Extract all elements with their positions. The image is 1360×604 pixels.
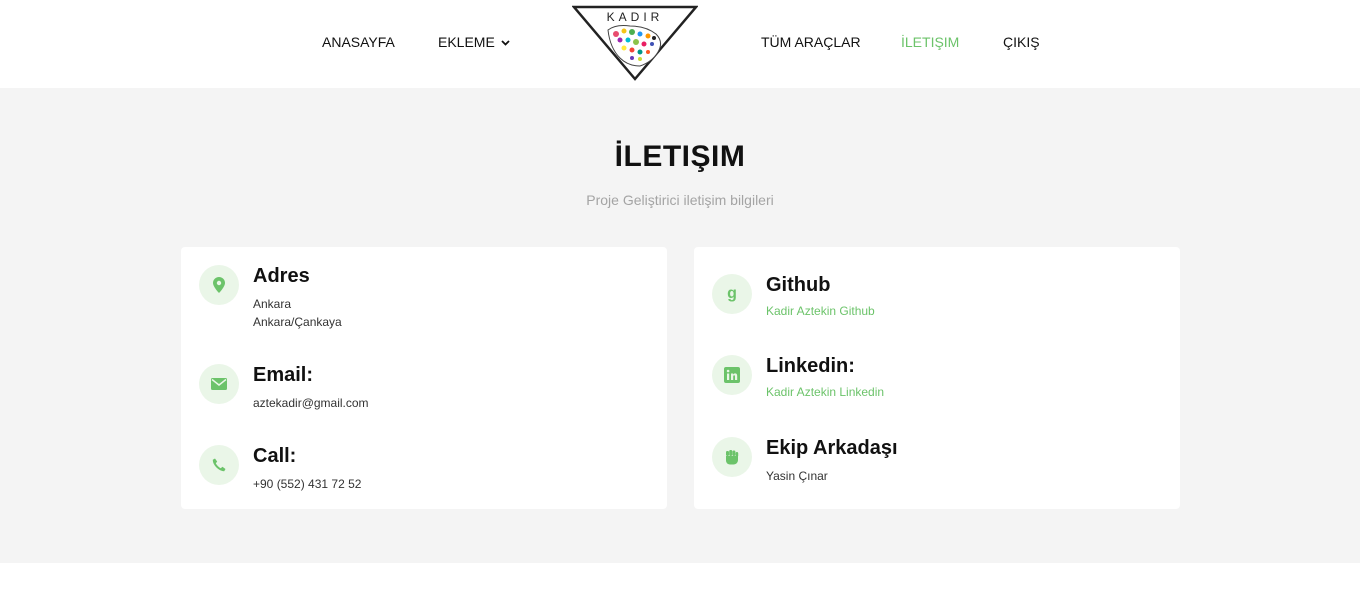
call-title: Call: xyxy=(253,445,297,467)
linkedin-link[interactable]: Kadir Aztekin Linkedin xyxy=(766,385,884,399)
chevron-down-icon xyxy=(501,40,510,47)
phone-icon xyxy=(199,445,239,485)
logo-text: KADIR xyxy=(607,10,664,24)
envelope-icon xyxy=(199,364,239,404)
address-text: Ankara Ankara/Çankaya xyxy=(253,295,342,331)
email-title: Email: xyxy=(253,364,314,386)
site-header: ANASAYFA EKLEME KADIR TÜM ARAÇLAR İLETIŞ… xyxy=(0,0,1360,88)
fist-icon xyxy=(712,437,752,477)
github-link[interactable]: Kadir Aztekin Github xyxy=(766,304,875,318)
contact-info-card: Adres Ankara Ankara/Çankaya Email: aztek… xyxy=(181,247,667,509)
nav-add-dropdown[interactable]: EKLEME xyxy=(438,34,510,50)
nav-all-tools-link[interactable]: TÜM ARAÇLAR xyxy=(761,34,861,50)
page-title: İLETIŞIM xyxy=(614,140,746,173)
page-subtitle: Proje Geliştirici iletişim bilgileri xyxy=(586,192,774,208)
nav-logout-link[interactable]: ÇIKIŞ xyxy=(1003,34,1040,50)
call-value: +90 (552) 431 72 52 xyxy=(253,477,362,491)
linkedin-icon xyxy=(712,355,752,395)
email-value: aztekadir@gmail.com xyxy=(253,396,369,410)
address-line-1: Ankara xyxy=(253,297,292,311)
github-title: Github xyxy=(766,274,831,296)
teammate-title: Ekip Arkadaşı xyxy=(766,437,898,459)
nav-home-link[interactable]: ANASAYFA xyxy=(322,34,395,50)
social-info-card: g Github Kadir Aztekin Github Linkedin: … xyxy=(694,247,1180,509)
nav-add-label: EKLEME xyxy=(438,34,495,50)
contact-section: İLETIŞIM Proje Geliştirici iletişim bilg… xyxy=(0,88,1360,563)
svg-text:g: g xyxy=(727,285,737,302)
address-title: Adres xyxy=(253,265,310,287)
map-pin-icon xyxy=(199,265,239,305)
github-icon: g xyxy=(712,274,752,314)
nav-contact-link[interactable]: İLETIŞIM xyxy=(901,34,959,50)
teammate-value: Yasin Çınar xyxy=(766,469,828,483)
page-footer xyxy=(0,563,1360,604)
kadir-logo[interactable]: KADIR xyxy=(572,4,698,82)
address-line-2: Ankara/Çankaya xyxy=(253,315,342,329)
linkedin-title: Linkedin: xyxy=(766,355,855,377)
